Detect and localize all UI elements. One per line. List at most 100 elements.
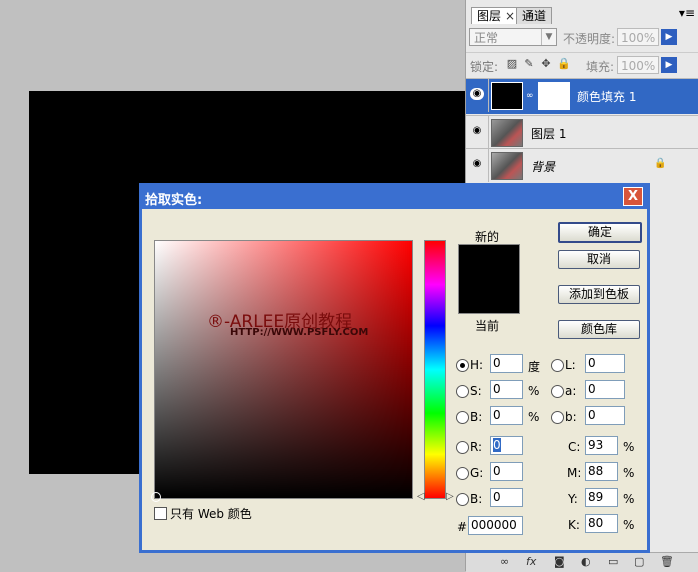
magenta-input[interactable]: 88 [585, 462, 618, 481]
opacity-arrow-icon[interactable]: ▶ [661, 29, 677, 45]
saturation-label: S: [470, 384, 482, 398]
brightness-label: B: [470, 410, 483, 424]
saturation-input[interactable]: 0 [490, 380, 523, 399]
blue-radio[interactable] [456, 493, 469, 506]
hue-pointer-right-icon[interactable]: ▷ [446, 491, 454, 502]
saturation-radio[interactable] [456, 385, 469, 398]
hue-pointer-left-icon[interactable]: ◁ [417, 491, 425, 502]
visibility-toggle[interactable]: ◉ [466, 149, 489, 182]
watermark-url: HTTP://WWW.PSFLY.COM [230, 327, 369, 338]
brightness-input[interactable]: 0 [490, 406, 523, 425]
layer-name: 图层 1 [531, 127, 567, 141]
red-radio[interactable] [456, 441, 469, 454]
layer-name: 背景 [531, 160, 556, 174]
hex-label: # [457, 520, 468, 534]
red-label: R: [470, 440, 483, 454]
current-color-label: 当前 [475, 319, 500, 333]
hue-radio[interactable] [456, 359, 469, 372]
adjustment-layer-icon[interactable]: ◐ [581, 555, 591, 568]
magenta-unit: % [623, 466, 635, 480]
blend-mode-select[interactable]: 正常 ▼ [469, 28, 557, 46]
color-field[interactable]: ®-ARLEE原创教程 HTTP://WWW.PSFLY.COM [154, 240, 413, 499]
layer-thumbnail [491, 82, 523, 110]
new-color-label: 新的 [475, 230, 500, 244]
cancel-button[interactable]: 取消 [558, 250, 640, 269]
hue-label: H: [470, 358, 484, 372]
web-colors-label: 只有 Web 颜色 [170, 507, 252, 521]
lock-icon: 🔒 [654, 158, 667, 169]
lightness-label: L: [565, 358, 576, 372]
lightness-input[interactable]: 0 [585, 354, 625, 373]
visibility-toggle[interactable]: ◉ [466, 116, 489, 149]
tab-channels-label: 通道 [522, 9, 547, 23]
panel-menu-icon[interactable]: ▾≡ [679, 6, 695, 20]
color-picker-dialog: 拾取实色: X ®-ARLEE原创教程 HTTP://WWW.PSFLY.COM… [139, 183, 650, 553]
tab-layers[interactable]: 图层 × [471, 7, 522, 24]
a-channel-input[interactable]: 0 [585, 380, 625, 399]
close-icon[interactable]: × [505, 9, 515, 23]
tab-layers-label: 图层 [477, 9, 502, 23]
lock-pixels-icon[interactable]: ✎ [523, 58, 535, 70]
a-channel-radio[interactable] [551, 385, 564, 398]
link-layers-icon[interactable]: ∞ [500, 555, 509, 568]
a-channel-label: a: [565, 384, 577, 398]
hex-input[interactable]: 000000 [468, 516, 523, 535]
b-channel-input[interactable]: 0 [585, 406, 625, 425]
magenta-label: M: [567, 466, 582, 480]
b-channel-label: b: [565, 410, 577, 424]
layer-row[interactable]: ◉ ∞ 颜色填充 1 [466, 78, 698, 114]
new-group-icon[interactable]: ▭ [608, 555, 618, 568]
color-libraries-button[interactable]: 颜色库 [558, 320, 640, 339]
cyan-label: C: [568, 440, 581, 454]
layer-mask-thumbnail [538, 82, 570, 110]
lightness-radio[interactable] [551, 359, 564, 372]
new-layer-icon[interactable]: ▢ [634, 555, 644, 568]
chevron-down-icon: ▼ [541, 29, 556, 45]
trash-icon[interactable]: 🗑 [660, 555, 674, 568]
layer-row[interactable]: ◉ 图层 1 [466, 115, 698, 149]
b-channel-radio[interactable] [551, 411, 564, 424]
lock-position-icon[interactable]: ✥ [540, 58, 552, 70]
fx-icon[interactable]: fx [526, 555, 536, 568]
hue-input[interactable]: 0 [490, 354, 523, 373]
green-input[interactable]: 0 [490, 462, 523, 481]
yellow-label: Y: [568, 492, 578, 506]
opacity-label: 不透明度: [563, 32, 616, 46]
layer-thumbnail [491, 152, 523, 180]
link-icon: ∞ [526, 91, 534, 101]
blue-label: B: [470, 492, 483, 506]
tab-channels[interactable]: 通道 [516, 7, 553, 24]
document-canvas-left[interactable] [29, 91, 141, 474]
lock-label: 锁定: [470, 60, 499, 74]
fill-input[interactable]: 100% [617, 56, 659, 74]
black-unit: % [623, 518, 635, 532]
yellow-unit: % [623, 492, 635, 506]
brightness-radio[interactable] [456, 411, 469, 424]
green-label: G: [470, 466, 484, 480]
color-field-cursor[interactable] [151, 492, 161, 502]
lock-all-icon[interactable]: 🔒 [557, 58, 571, 70]
red-input[interactable]: 0 [490, 436, 523, 455]
fill-arrow-icon[interactable]: ▶ [661, 57, 677, 73]
opacity-input[interactable]: 100% [617, 28, 659, 46]
layer-thumbnail [491, 119, 523, 147]
layer-row[interactable]: ◉ 背景 🔒 [466, 148, 698, 182]
add-to-swatches-button[interactable]: 添加到色板 [558, 285, 640, 304]
lock-transparent-icon[interactable]: ▨ [506, 58, 518, 70]
blend-mode-value: 正常 [474, 31, 499, 45]
ok-button[interactable]: 确定 [558, 222, 642, 243]
black-input[interactable]: 80 [585, 514, 618, 533]
cyan-input[interactable]: 93 [585, 436, 618, 455]
add-mask-icon[interactable]: ◙ [554, 555, 565, 568]
green-radio[interactable] [456, 467, 469, 480]
red-input-value: 0 [493, 438, 501, 452]
yellow-input[interactable]: 89 [585, 488, 618, 507]
web-colors-checkbox[interactable] [154, 507, 167, 520]
hue-slider[interactable] [424, 240, 446, 499]
blue-input[interactable]: 0 [490, 488, 523, 507]
visibility-toggle[interactable]: ◉ [466, 79, 489, 112]
close-button[interactable]: X [623, 187, 643, 206]
dialog-body: ®-ARLEE原创教程 HTTP://WWW.PSFLY.COM ◁ ▷ 只有 … [142, 209, 647, 550]
hue-unit: 度 [528, 360, 541, 374]
fill-label: 填充: [586, 60, 615, 74]
